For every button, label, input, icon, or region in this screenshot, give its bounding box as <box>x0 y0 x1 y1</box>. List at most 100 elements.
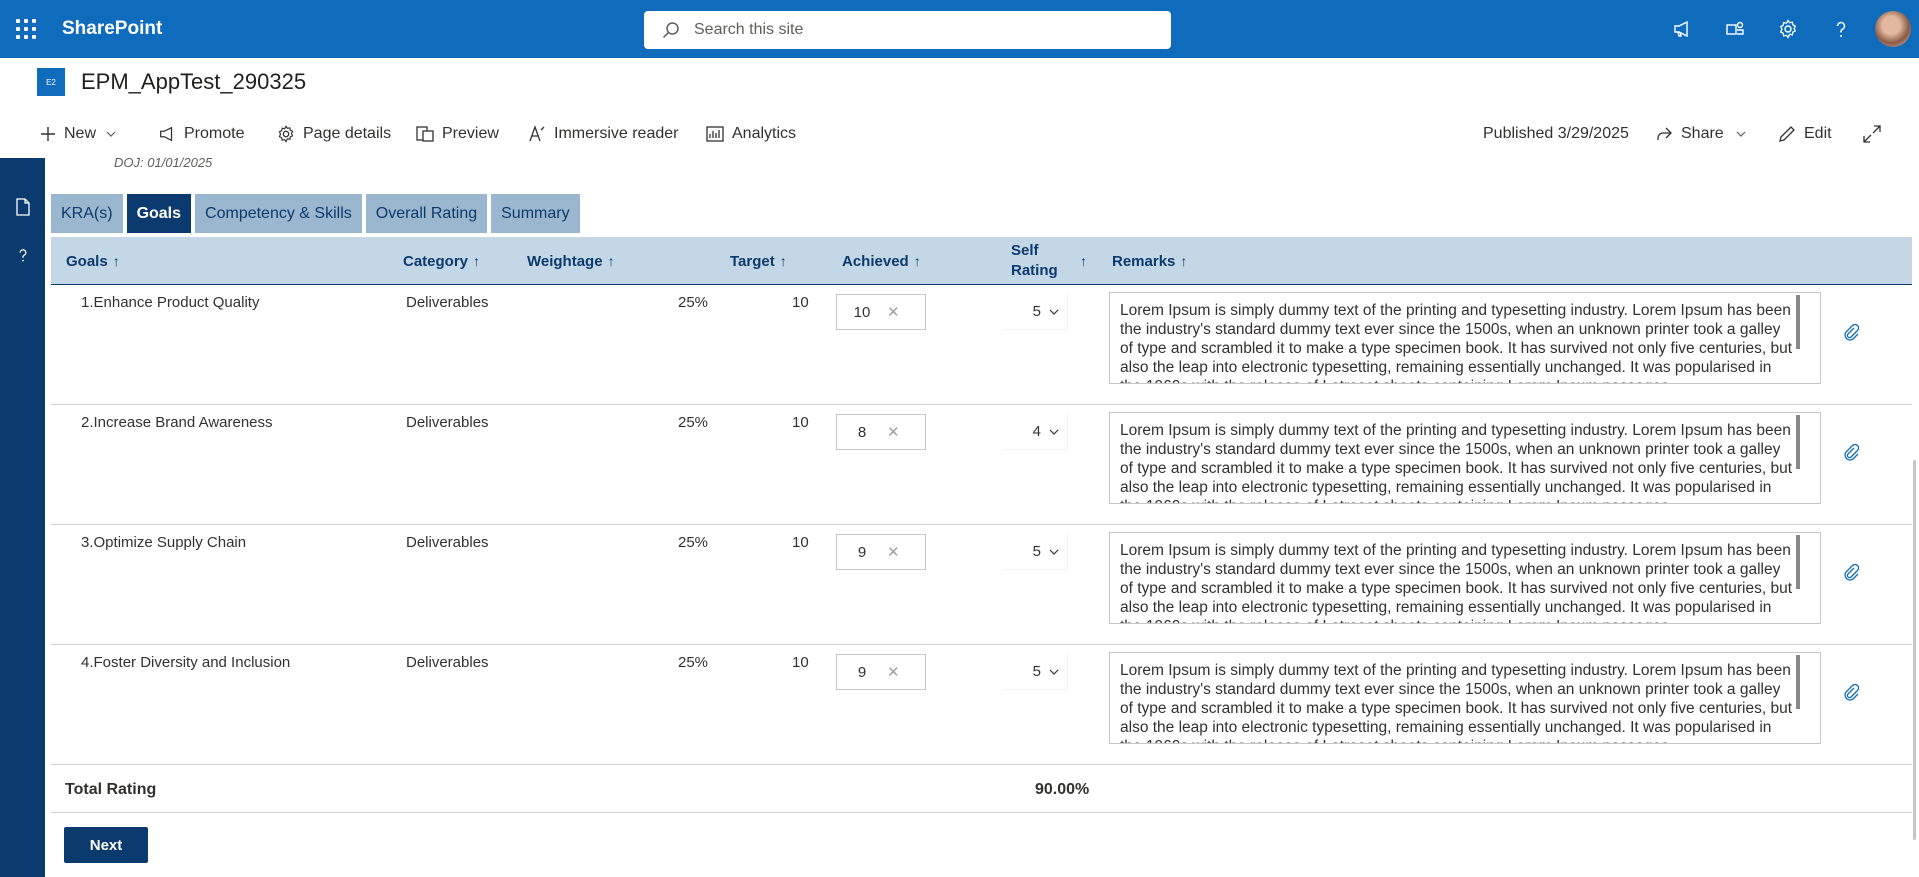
remarks-textarea[interactable]: Lorem Ipsum is simply dummy text of the … <box>1109 652 1821 744</box>
col-self-rating[interactable]: Self Rating <box>1011 237 1058 285</box>
goal-category: Deliverables <box>406 534 489 551</box>
preview-icon <box>416 126 434 142</box>
chevron-down-icon <box>1049 429 1059 435</box>
edit-button[interactable]: Edit <box>1778 110 1832 158</box>
search-placeholder: Search this site <box>694 21 804 38</box>
search-box[interactable]: Search this site <box>644 11 1171 49</box>
preview-label: Preview <box>442 125 499 142</box>
help-nav-button[interactable] <box>0 246 45 264</box>
clear-icon[interactable]: ✕ <box>887 543 900 561</box>
self-rating-dropdown[interactable]: 5 <box>1003 294 1068 330</box>
goal-target: 10 <box>792 654 809 671</box>
goal-weightage: 25% <box>678 534 709 551</box>
goal-name: 1.Enhance Product Quality <box>81 294 260 311</box>
tab-competency-skills[interactable]: Competency & Skills <box>195 194 362 233</box>
sort-arrow-icon: ↑ <box>112 253 120 269</box>
goal-target: 10 <box>792 294 809 311</box>
preview-button[interactable]: Preview <box>416 110 499 158</box>
app-launcher-button[interactable] <box>0 0 52 58</box>
promote-label: Promote <box>184 125 245 142</box>
remarks-textarea[interactable]: Lorem Ipsum is simply dummy text of the … <box>1109 292 1821 384</box>
sort-arrow-icon[interactable]: ↑ <box>1075 237 1087 285</box>
achieved-input[interactable]: 9 ✕ <box>836 534 926 570</box>
expand-icon <box>1863 125 1881 143</box>
immersive-reader-button[interactable]: Immersive reader <box>528 110 678 158</box>
attachment-icon[interactable] <box>1842 683 1860 701</box>
self-rating-dropdown[interactable]: 5 <box>1003 534 1068 570</box>
clear-icon[interactable]: ✕ <box>887 303 900 321</box>
col-remarks[interactable]: Remarks ↑ <box>1112 237 1187 285</box>
next-button[interactable]: Next <box>64 827 148 863</box>
page-scrollbar[interactable] <box>1913 460 1916 840</box>
attachment-icon[interactable] <box>1842 323 1860 341</box>
tab-goals[interactable]: Goals <box>126 194 192 233</box>
promote-button[interactable]: Promote <box>158 110 244 158</box>
attachment-icon[interactable] <box>1842 563 1860 581</box>
megaphone-button[interactable] <box>1655 0 1708 58</box>
command-bar: New Promote Page details Preview Immersi… <box>0 110 1919 158</box>
clear-icon[interactable]: ✕ <box>887 663 900 681</box>
tab-strip: KRA(s) Goals Competency & Skills Overall… <box>51 194 580 233</box>
goal-category: Deliverables <box>406 654 489 671</box>
clear-icon[interactable]: ✕ <box>887 423 900 441</box>
table-row: 2.Increase Brand Awareness Deliverables … <box>51 405 1912 525</box>
col-category[interactable]: Category ↑ <box>403 237 480 285</box>
chevron-down-icon <box>1049 549 1059 555</box>
achieved-input[interactable]: 8 ✕ <box>836 414 926 450</box>
pages-nav-button[interactable] <box>0 198 45 216</box>
share-icon <box>1657 127 1672 140</box>
total-rating-label: Total Rating <box>65 781 157 798</box>
analytics-button[interactable]: Analytics <box>706 110 796 158</box>
suite-bar: SharePoint Search this site <box>0 0 1919 58</box>
gear-icon <box>1779 19 1796 39</box>
site-logo[interactable]: E2 <box>37 68 65 96</box>
achieved-input[interactable]: 10 ✕ <box>836 294 926 330</box>
teams-button[interactable] <box>1708 0 1761 58</box>
total-rating-value: 90.00% <box>1035 781 1090 798</box>
col-weightage[interactable]: Weightage ↑ <box>527 237 615 285</box>
goal-weightage: 25% <box>678 654 709 671</box>
expand-button[interactable] <box>1863 110 1889 158</box>
chevron-down-icon <box>106 131 116 137</box>
left-nav <box>0 158 45 877</box>
tab-overall-rating[interactable]: Overall Rating <box>365 194 488 233</box>
attachment-icon[interactable] <box>1842 443 1860 461</box>
col-achieved[interactable]: Achieved ↑ <box>842 237 921 285</box>
avatar[interactable] <box>1875 11 1911 47</box>
goal-target: 10 <box>792 414 809 431</box>
published-label: Published 3/29/2025 <box>1483 125 1629 142</box>
goal-category: Deliverables <box>406 414 489 431</box>
site-header: E2 EPM_AppTest_290325 <box>0 58 1919 108</box>
chevron-down-icon <box>1049 669 1059 675</box>
tab-kras[interactable]: KRA(s) <box>51 194 123 233</box>
tab-summary[interactable]: Summary <box>491 194 580 233</box>
page-icon <box>15 198 30 216</box>
chevron-down-icon <box>1736 131 1746 137</box>
immersive-reader-label: Immersive reader <box>554 125 679 142</box>
site-title[interactable]: EPM_AppTest_290325 <box>81 69 306 95</box>
settings-button[interactable] <box>1761 0 1814 58</box>
self-rating-dropdown[interactable]: 5 <box>1003 654 1068 690</box>
help-icon <box>1836 21 1845 37</box>
table-header: Goals ↑ Category ↑ Weightage ↑ Target ↑ Achi… <box>51 237 1912 285</box>
goal-target: 10 <box>792 534 809 551</box>
megaphone-icon <box>1673 20 1688 38</box>
sort-arrow-icon: ↑ <box>607 253 615 269</box>
gear-icon <box>278 125 294 143</box>
remarks-textarea[interactable]: Lorem Ipsum is simply dummy text of the … <box>1109 412 1821 504</box>
page-details-button[interactable]: Page details <box>277 110 391 158</box>
new-button[interactable]: New <box>40 110 124 158</box>
achieved-input[interactable]: 9 ✕ <box>836 654 926 690</box>
help-icon <box>19 249 26 262</box>
new-label: New <box>64 125 97 142</box>
col-goals[interactable]: Goals ↑ <box>66 237 120 285</box>
remarks-textarea[interactable]: Lorem Ipsum is simply dummy text of the … <box>1109 532 1821 624</box>
share-button[interactable]: Share <box>1655 110 1754 158</box>
col-target[interactable]: Target ↑ <box>730 237 787 285</box>
megaphone-icon <box>160 126 173 142</box>
help-button[interactable] <box>1814 0 1867 58</box>
self-rating-dropdown[interactable]: 4 <box>1003 414 1068 450</box>
chevron-down-icon <box>1049 309 1059 315</box>
sort-arrow-icon: ↑ <box>1180 253 1188 269</box>
brand-name[interactable]: SharePoint <box>62 18 162 40</box>
